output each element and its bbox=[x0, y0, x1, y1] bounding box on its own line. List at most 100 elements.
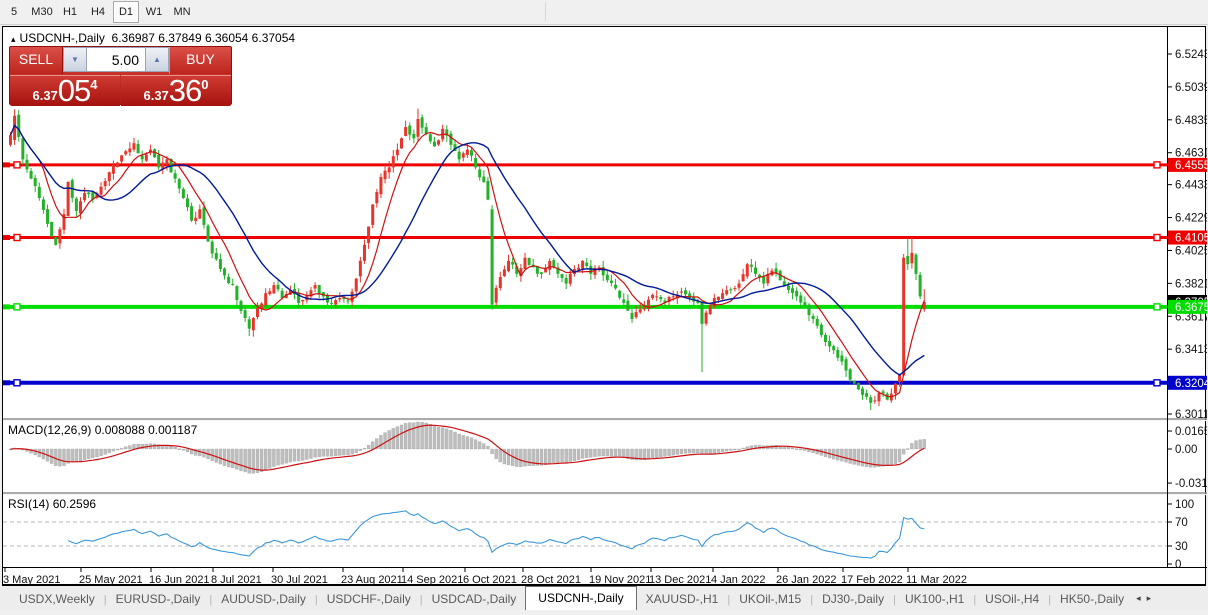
macd-bar bbox=[548, 448, 552, 464]
macd-bar bbox=[696, 448, 700, 454]
timeframe-mn[interactable]: MN bbox=[169, 1, 195, 23]
macd-bar bbox=[395, 426, 400, 450]
candle-body bbox=[634, 312, 638, 318]
candle-body bbox=[268, 291, 272, 295]
level-handle-icon[interactable] bbox=[1153, 379, 1161, 387]
macd-bar bbox=[910, 443, 914, 450]
macd-bar bbox=[124, 446, 128, 450]
macd-bar bbox=[655, 448, 659, 458]
candle-body bbox=[132, 143, 136, 150]
macd-indicator-label: MACD(12,26,9) 0.008088 0.001187 bbox=[8, 423, 197, 437]
level-handle-icon[interactable] bbox=[1153, 161, 1161, 169]
level-price-label: 6.36753 bbox=[1175, 302, 1207, 314]
chart-window: 6.524306.503906.483506.463106.443306.422… bbox=[2, 26, 1207, 587]
macd-bar bbox=[601, 448, 605, 457]
sell-price-prefix: 6.37 bbox=[32, 88, 58, 103]
macd-bar bbox=[478, 441, 482, 450]
tab-usdcnh-daily[interactable]: USDCNH-,Daily bbox=[525, 586, 637, 610]
macd-bar bbox=[231, 448, 235, 469]
rsi-axis-tick-label: 0 bbox=[1175, 559, 1181, 571]
macd-bar bbox=[247, 448, 251, 474]
candle-body bbox=[408, 125, 412, 135]
level-left-handle[interactable] bbox=[3, 304, 10, 310]
tab-xauusd-h1[interactable]: XAUUSD-,H1 bbox=[637, 589, 728, 610]
candle-body bbox=[910, 252, 914, 264]
timeframe-h4[interactable]: H4 bbox=[85, 1, 111, 23]
candle-body bbox=[708, 304, 712, 315]
candle-body bbox=[391, 156, 395, 168]
tab-hk50-daily[interactable]: HK50-,Daily bbox=[1051, 589, 1133, 610]
tab-ukoil-m15[interactable]: UKOil-,M15 bbox=[730, 589, 810, 610]
volume-increase-button[interactable]: ▲ bbox=[145, 47, 169, 72]
timeframe-w1[interactable]: W1 bbox=[141, 1, 167, 23]
candle-body bbox=[659, 297, 663, 300]
timeframe-h1[interactable]: H1 bbox=[57, 1, 83, 23]
level-handle-icon[interactable] bbox=[13, 161, 21, 169]
price-chart-canvas[interactable]: 6.524306.503906.483506.463106.443306.422… bbox=[3, 27, 1207, 587]
sell-price-button[interactable]: 6.37 05 4 bbox=[10, 75, 120, 106]
volume-input[interactable] bbox=[87, 47, 145, 72]
candle-body bbox=[116, 162, 120, 168]
candle-body bbox=[914, 254, 918, 274]
level-handle-icon[interactable] bbox=[1153, 303, 1161, 311]
tab-usdcad-daily[interactable]: USDCAD-,Daily bbox=[423, 589, 526, 610]
macd-bar bbox=[568, 448, 572, 462]
price-axis-tick-label: 6.38210 bbox=[1175, 278, 1207, 290]
level-handle-icon[interactable] bbox=[13, 379, 21, 387]
macd-bar bbox=[371, 441, 375, 450]
timeframe-m30[interactable]: M30 bbox=[29, 1, 55, 23]
candle-body bbox=[655, 296, 659, 298]
candle-body bbox=[128, 148, 132, 153]
tab-eurusd-daily[interactable]: EURUSD-,Daily bbox=[107, 589, 210, 610]
candle-body bbox=[165, 159, 169, 165]
tab-scroll-left-icon[interactable]: ◂ bbox=[1133, 593, 1144, 610]
date-label: 3 May 2021 bbox=[3, 574, 60, 586]
candle-body bbox=[807, 304, 811, 316]
collapse-panel-icon[interactable]: ▴ bbox=[11, 34, 16, 44]
macd-bar bbox=[716, 448, 721, 453]
volume-decrease-button[interactable]: ▼ bbox=[63, 47, 87, 72]
macd-bar bbox=[720, 448, 725, 453]
candle-body bbox=[346, 300, 350, 302]
macd-bar bbox=[173, 447, 177, 450]
tab-scroll-right-icon[interactable]: ▸ bbox=[1144, 593, 1155, 610]
level-handle-icon[interactable] bbox=[1153, 233, 1161, 242]
chart-tab-bar: USDX,Weekly | EURUSD-,Daily | AUDUSD-,Daily |… bbox=[0, 586, 1208, 610]
macd-bar bbox=[457, 433, 461, 450]
macd-axis-tick-label: 0.016586 bbox=[1175, 426, 1207, 438]
macd-bar bbox=[667, 448, 671, 456]
candle-body bbox=[54, 237, 58, 245]
level-handle-icon[interactable] bbox=[13, 303, 21, 311]
rsi-value: 60.2596 bbox=[52, 497, 97, 511]
candle-body bbox=[223, 268, 227, 276]
candle-body bbox=[41, 199, 45, 210]
tab-usoil-h4[interactable]: USOil-,H4 bbox=[976, 589, 1048, 610]
buy-button[interactable]: BUY bbox=[169, 47, 231, 74]
macd-bar bbox=[671, 448, 675, 456]
candle-body bbox=[605, 274, 609, 281]
candle-body bbox=[490, 209, 494, 305]
tab-usdx-weekly[interactable]: USDX,Weekly bbox=[10, 589, 104, 610]
tab-audusd-daily[interactable]: AUDUSD-,Daily bbox=[212, 589, 315, 610]
timeframe-5[interactable]: 5 bbox=[1, 1, 27, 23]
candle-body bbox=[99, 186, 103, 195]
macd-bar bbox=[741, 447, 745, 450]
candle-body bbox=[87, 192, 91, 195]
timeframe-d1[interactable]: D1 bbox=[113, 1, 139, 23]
level-left-handle[interactable] bbox=[3, 380, 10, 386]
tab-uk100-h1[interactable]: UK100-,H1 bbox=[896, 589, 973, 610]
level-left-handle[interactable] bbox=[3, 235, 10, 241]
macd-bar bbox=[527, 448, 531, 467]
buy-price-button[interactable]: 6.37 36 0 bbox=[121, 75, 231, 106]
level-left-handle[interactable] bbox=[3, 162, 10, 168]
candle-body bbox=[729, 289, 733, 291]
date-label: 8 Jul 2021 bbox=[211, 574, 262, 586]
candle-body bbox=[869, 397, 873, 403]
tab-usdchf-daily[interactable]: USDCHF-,Daily bbox=[318, 589, 420, 610]
candle-body bbox=[181, 188, 185, 199]
sell-button[interactable]: SELL bbox=[10, 47, 63, 74]
tab-dj30-daily[interactable]: DJ30-,Daily bbox=[813, 589, 893, 610]
candle-body bbox=[749, 264, 753, 267]
level-handle-icon[interactable] bbox=[13, 233, 21, 242]
candle-body bbox=[733, 288, 737, 290]
